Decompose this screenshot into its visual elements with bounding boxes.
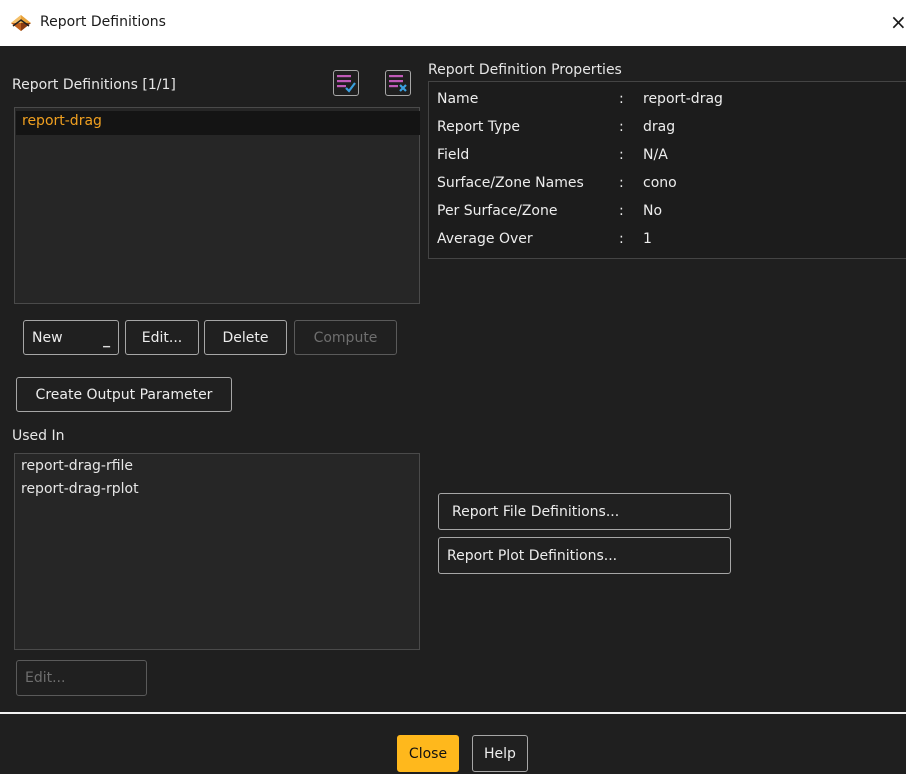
deselect-all-button[interactable]: [385, 70, 411, 96]
property-separator: :: [619, 175, 624, 191]
property-value: N/A: [643, 147, 668, 163]
property-value: drag: [643, 119, 676, 135]
list-clear-icon: [389, 75, 407, 92]
property-separator: :: [619, 203, 624, 219]
window-close-icon[interactable]: ×: [890, 10, 906, 34]
create-output-parameter-button[interactable]: Create Output Parameter: [16, 377, 232, 412]
list-item[interactable]: report-drag-rfile: [21, 458, 133, 474]
property-separator: :: [619, 119, 624, 135]
property-row: Name : report-drag: [437, 85, 723, 113]
property-row: Per Surface/Zone : No: [437, 197, 662, 225]
property-separator: :: [619, 147, 624, 163]
dropdown-arrow-icon: ▁: [103, 338, 110, 348]
list-check-icon: [337, 75, 356, 93]
properties-panel: Name : report-drag Report Type : drag Fi…: [428, 81, 906, 259]
property-key: Average Over: [437, 231, 533, 247]
list-item[interactable]: report-drag-rplot: [21, 481, 139, 497]
property-value: 1: [643, 231, 652, 247]
help-button[interactable]: Help: [472, 735, 528, 772]
definitions-header: Report Definitions [1/1]: [12, 77, 176, 93]
close-button[interactable]: Close: [397, 735, 459, 772]
property-value: report-drag: [643, 91, 723, 107]
properties-header: Report Definition Properties: [428, 62, 622, 78]
property-key: Per Surface/Zone: [437, 203, 558, 219]
report-file-definitions-button[interactable]: Report File Definitions...: [438, 493, 731, 530]
list-item[interactable]: report-drag: [16, 111, 420, 135]
property-value: No: [643, 203, 663, 219]
edit-button[interactable]: Edit...: [125, 320, 199, 355]
property-separator: :: [619, 91, 624, 107]
new-button[interactable]: New ▁: [23, 320, 119, 355]
property-key: Name: [437, 91, 479, 107]
used-in-list[interactable]: report-drag-rfile report-drag-rplot: [14, 453, 420, 650]
property-separator: :: [619, 231, 624, 247]
fluent-app-icon: [10, 13, 32, 33]
used-in-edit-button[interactable]: Edit...: [16, 660, 147, 696]
property-key: Surface/Zone Names: [437, 175, 584, 191]
property-row: Surface/Zone Names : cono: [437, 169, 677, 197]
property-row: Report Type : drag: [437, 113, 675, 141]
definitions-list[interactable]: report-drag: [14, 107, 420, 304]
window-title: Report Definitions: [40, 14, 166, 30]
select-all-button[interactable]: [333, 70, 359, 96]
property-key: Report Type: [437, 119, 521, 135]
delete-button[interactable]: Delete: [204, 320, 287, 355]
property-key: Field: [437, 147, 470, 163]
property-row: Average Over : 1: [437, 225, 652, 253]
property-value: cono: [643, 175, 677, 191]
compute-button[interactable]: Compute: [294, 320, 397, 355]
new-button-label: New: [32, 329, 63, 346]
property-row: Field : N/A: [437, 141, 668, 169]
list-item-label: report-drag: [22, 113, 102, 129]
report-plot-definitions-button[interactable]: Report Plot Definitions...: [438, 537, 731, 574]
used-in-header: Used In: [12, 428, 65, 444]
